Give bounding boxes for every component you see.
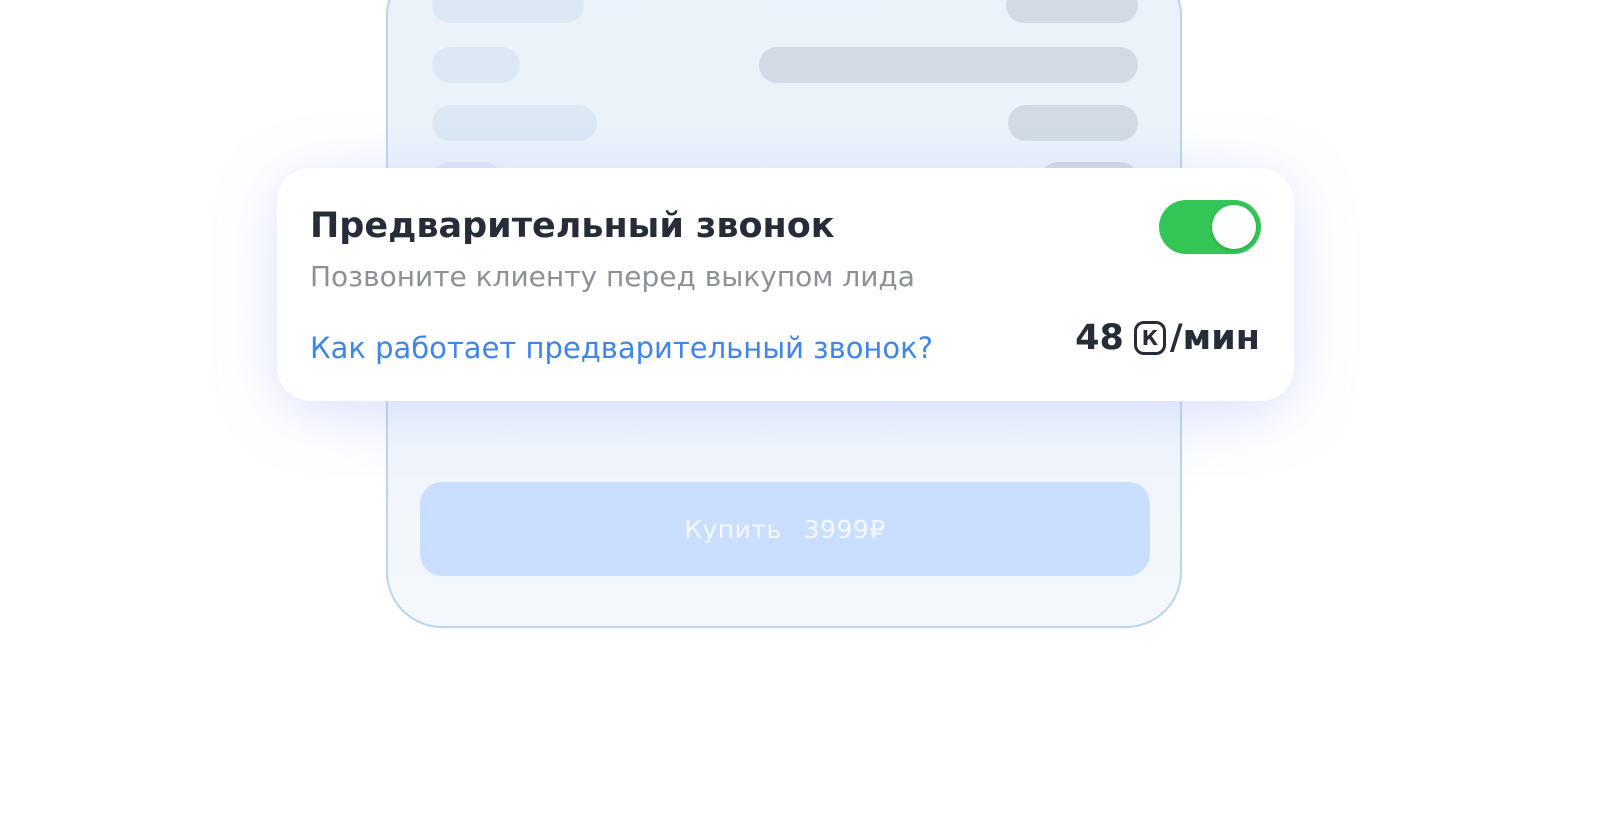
buy-button-label: Купить <box>684 514 782 544</box>
rate-display: 48 К /мин <box>1075 318 1260 358</box>
card-title: Предварительный звонок <box>310 206 835 246</box>
placeholder-bar <box>1008 105 1138 141</box>
card-subtitle: Позвоните клиенту перед выкупом лида <box>310 260 915 293</box>
how-it-works-link[interactable]: Как работает предварительный звонок? <box>310 331 933 365</box>
buy-button-price: 3999₽ <box>803 514 886 544</box>
placeholder-bar <box>759 47 1138 83</box>
coin-icon: К <box>1133 321 1166 355</box>
rate-unit: /мин <box>1169 318 1260 358</box>
buy-button[interactable]: Купить 3999₽ <box>420 482 1150 576</box>
rate-amount: 48 <box>1075 318 1124 358</box>
placeholder-bar <box>1006 0 1138 23</box>
toggle-knob <box>1212 205 1256 249</box>
placeholder-bar <box>432 0 584 23</box>
pre-call-toggle[interactable] <box>1159 200 1261 254</box>
placeholder-bar <box>432 47 520 83</box>
placeholder-bar <box>432 105 597 141</box>
pre-call-card: Предварительный звонок Позвоните клиенту… <box>277 168 1294 401</box>
